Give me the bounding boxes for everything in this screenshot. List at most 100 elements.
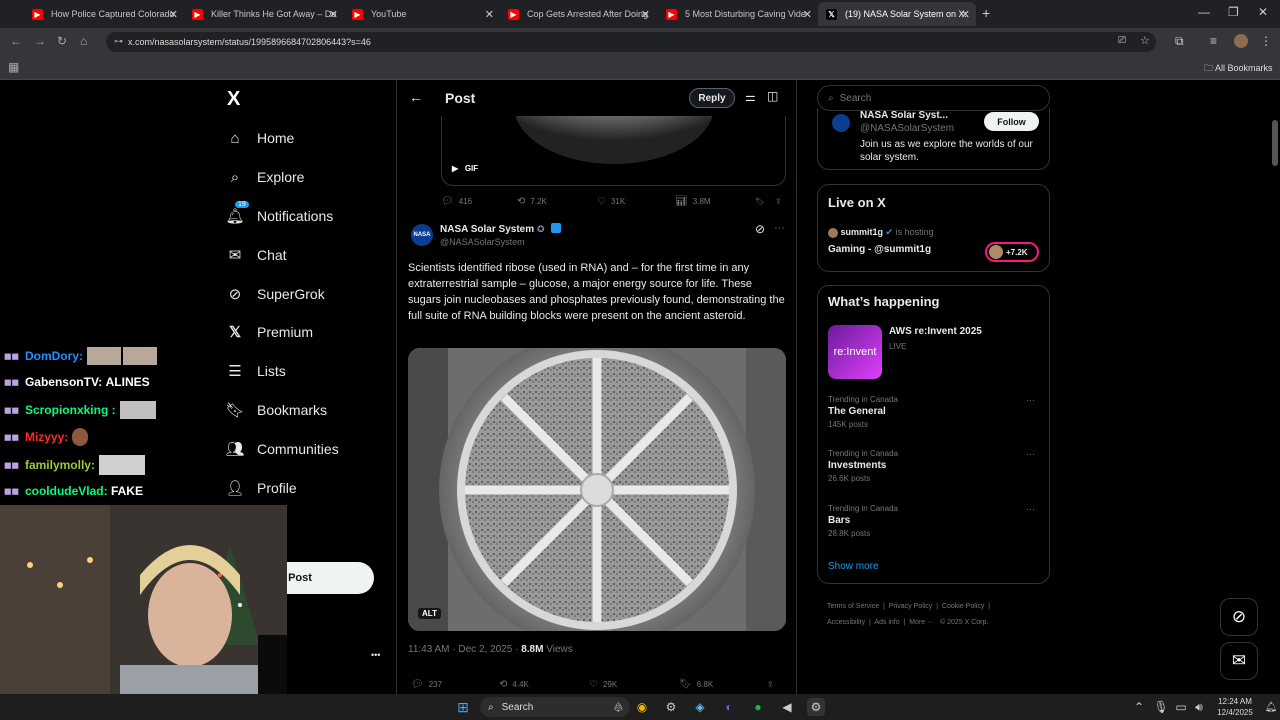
like-action[interactable]: ♡ 29K xyxy=(589,679,617,690)
repost-action[interactable]: ⟲ 4.4K xyxy=(499,679,529,690)
extensions-icon[interactable]: ⧉ xyxy=(1175,34,1184,49)
reply-action[interactable]: 💬︎ 237 xyxy=(411,679,442,690)
home-browser-icon[interactable]: ⌂ xyxy=(80,34,87,48)
bookmark-icon[interactable]: 🔖︎ xyxy=(755,197,765,206)
task-app-icon[interactable]: ⚙ xyxy=(662,698,680,716)
close-window-icon[interactable]: ✕ xyxy=(1258,5,1268,19)
page-scrollbar[interactable] xyxy=(1272,120,1278,166)
profile-handle[interactable]: @NASASolarSystem xyxy=(860,123,954,134)
taskbar-search[interactable]: ⌕ Search 🌲︎ xyxy=(480,697,630,717)
close-icon[interactable]: ✕ xyxy=(329,8,338,21)
minimize-icon[interactable]: — xyxy=(1198,5,1210,19)
sidebar-item-communities[interactable]: 👥︎ Communities xyxy=(225,436,338,462)
gif-media[interactable]: ▶ GIF xyxy=(441,116,786,186)
tweet-image[interactable]: ALT xyxy=(408,348,786,631)
alt-text-badge[interactable]: ALT xyxy=(418,608,441,619)
site-info-icon[interactable]: ⊶ xyxy=(114,36,123,47)
profile-avatar[interactable] xyxy=(832,114,850,132)
sidebar-item-bookmarks[interactable]: 🔖︎ Bookmarks xyxy=(225,397,327,423)
reload-icon[interactable]: ↻ xyxy=(57,34,67,48)
event-title[interactable]: AWS re:Invent 2025 xyxy=(889,326,982,337)
steam-icon[interactable]: ◈ xyxy=(691,698,709,716)
like-action[interactable]: ♡ 31K xyxy=(597,196,625,207)
browser-tab[interactable]: ▶ Cop Gets Arrested After Doing ✕ xyxy=(500,2,656,26)
trend-more-icon[interactable]: ··· xyxy=(1026,449,1035,459)
close-icon[interactable]: ✕ xyxy=(641,8,650,21)
discord-icon[interactable]: ◐ xyxy=(720,698,738,716)
app-icon[interactable]: ◀ xyxy=(778,698,796,716)
browser-tab[interactable]: ▶ Killer Thinks He Got Away – Do ✕ xyxy=(184,2,344,26)
sidebar-item-lists[interactable]: ☰ Lists xyxy=(226,358,286,384)
notification-center-icon[interactable]: 🔔︎ xyxy=(1262,698,1280,716)
browser-tab-active[interactable]: 𝕏 (19) NASA Solar System on X: ✕ xyxy=(818,2,976,26)
trend-item[interactable]: Trending in Canada Investments 26.6K pos… xyxy=(828,449,1040,483)
grok-fab[interactable]: ⊘ xyxy=(1220,598,1258,636)
account-more-icon[interactable]: ••• xyxy=(371,650,380,660)
browser-tab[interactable]: ▶ YouTube ✕ xyxy=(344,2,500,26)
footer-link[interactable]: Terms of Service xyxy=(827,603,879,610)
trend-item[interactable]: Trending in Canada The General 145K post… xyxy=(828,395,1040,429)
sidebar-item-home[interactable]: ⌂ Home xyxy=(226,125,294,151)
all-bookmarks-button[interactable]: 🗀 All Bookmarks xyxy=(1204,61,1273,77)
author-avatar[interactable]: NASA xyxy=(411,224,433,246)
spotify-icon[interactable]: ● xyxy=(749,698,767,716)
restore-icon[interactable]: ❐ xyxy=(1228,5,1239,19)
bookmark-action[interactable]: 🔖︎ 6.8K xyxy=(679,679,713,690)
settings-app-icon[interactable]: ⚙ xyxy=(807,698,825,716)
menu-icon[interactable]: ⋮ xyxy=(1260,34,1272,48)
sidebar-item-supergrok[interactable]: ⊘ SuperGrok xyxy=(226,281,325,307)
apps-grid-icon[interactable]: ▦ xyxy=(8,60,19,74)
footer-link[interactable]: Ads info xyxy=(874,619,899,626)
media-controls-icon[interactable]: ≡ xyxy=(1210,34,1217,48)
event-image[interactable]: re:Invent xyxy=(828,325,882,379)
volume-icon[interactable]: 🔊︎ xyxy=(1190,698,1208,716)
sidebar-item-chat[interactable]: ✉ Chat xyxy=(226,242,287,268)
tray-overflow-icon[interactable]: ⌃ xyxy=(1130,698,1148,716)
repost-action[interactable]: ⟲ 7.2K xyxy=(517,196,547,207)
chrome-icon[interactable]: ◉ xyxy=(633,698,651,716)
sidebar-item-notifications[interactable]: 🔔︎ 19 Notifications xyxy=(225,201,333,229)
sidebar-item-premium[interactable]: 𝕏 Premium xyxy=(226,319,313,345)
share-icon[interactable]: ⇪ xyxy=(775,197,782,206)
tweet-timestamp[interactable]: 11:43 AM · Dec 2, 2025 · xyxy=(408,644,518,655)
forward-icon[interactable]: → xyxy=(34,34,46,48)
profile-name[interactable]: NASA Solar Syst... xyxy=(860,110,948,121)
url-bar[interactable]: ⊶ x.com/nasasolarsystem/status/199589668… xyxy=(106,32,1156,52)
sidebar-item-profile[interactable]: 👤︎ Profile xyxy=(225,475,296,501)
close-icon[interactable]: ✕ xyxy=(961,8,970,21)
bookmark-star-icon[interactable]: ☆ xyxy=(1140,34,1150,47)
follow-button[interactable]: Follow xyxy=(984,112,1039,131)
x-logo[interactable]: X xyxy=(227,88,240,111)
reply-action[interactable]: 💬︎ 416 xyxy=(441,196,472,207)
grok-icon[interactable]: ⊘ xyxy=(755,222,765,236)
reply-button[interactable]: Reply xyxy=(689,88,735,108)
new-tab-button[interactable]: + xyxy=(982,5,990,21)
footer-link[interactable]: Privacy Policy xyxy=(889,603,933,610)
share-icon[interactable]: ⇪ xyxy=(767,680,774,689)
browser-tab[interactable]: ▶ 5 Most Disturbing Caving Vide ✕ xyxy=(658,2,818,26)
footer-link[interactable]: More ··· xyxy=(909,619,934,626)
reader-view-icon[interactable]: ◫ xyxy=(767,89,778,103)
network-icon[interactable]: ▭ xyxy=(1172,698,1190,716)
messages-fab[interactable]: ✉ xyxy=(1220,642,1258,680)
gif-play-control[interactable]: ▶ GIF xyxy=(452,164,478,173)
windows-start-icon[interactable]: ⊞ xyxy=(454,698,472,716)
live-stream-title[interactable]: Gaming - @summit1g xyxy=(828,244,931,255)
footer-link[interactable]: Cookie Policy xyxy=(942,603,984,610)
author-handle[interactable]: @NASASolarSystem xyxy=(440,237,525,247)
back-arrow-icon[interactable]: ← xyxy=(409,89,423,105)
profile-avatar[interactable] xyxy=(1234,34,1248,48)
live-listeners-pill[interactable]: +7.2K xyxy=(985,242,1039,262)
trend-item[interactable]: Trending in Canada Bars 28.8K posts ··· xyxy=(828,504,1040,538)
author-name[interactable]: NASA Solar System xyxy=(440,224,534,235)
close-icon[interactable]: ✕ xyxy=(803,8,812,21)
footer-link[interactable]: Accessibility xyxy=(827,619,865,626)
system-clock[interactable]: 12:24 AM 12/4/2025 xyxy=(1212,696,1258,718)
browser-tab[interactable]: ▶ How Police Captured Colorado ✕ xyxy=(24,2,184,26)
trend-more-icon[interactable]: ··· xyxy=(1026,504,1035,514)
search-input[interactable]: ⌕ Search xyxy=(817,85,1050,111)
views-action[interactable]: 📊︎ 3.8M xyxy=(675,196,711,207)
close-icon[interactable]: ✕ xyxy=(169,8,178,21)
more-options-icon[interactable]: ··· xyxy=(774,222,785,234)
live-host-row[interactable]: summit1g ✔ is hosting xyxy=(828,227,934,238)
